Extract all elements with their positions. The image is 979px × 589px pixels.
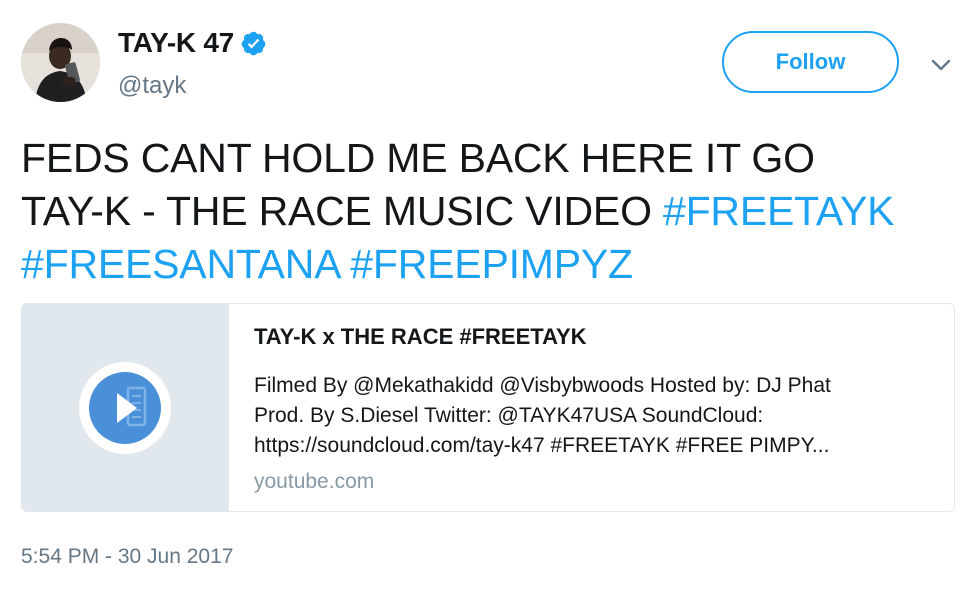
avatar-photo	[21, 23, 100, 102]
more-options-button[interactable]	[926, 50, 956, 80]
card-domain: youtube.com	[254, 470, 375, 493]
card-description-line: Prod. By S.Diesel Twitter: @TAYK47USA So…	[254, 404, 764, 427]
avatar[interactable]	[21, 23, 100, 102]
hashtag-link[interactable]: #FREETAYK	[663, 188, 895, 234]
card-description-line: Filmed By @Mekathakidd @Visbybwoods Host…	[254, 374, 831, 397]
tweet-text: FEDS CANT HOLD ME BACK HERE IT GO TAY-K …	[21, 132, 951, 291]
hashtag-link[interactable]: #FREESANTANA	[21, 241, 339, 287]
tweet-text-segment: FEDS CANT HOLD ME BACK HERE IT GO	[21, 135, 815, 181]
link-preview-card[interactable]: TAY-K x THE RACE #FREETAYK Filmed By @Me…	[21, 303, 955, 512]
tweet-text-line: TAY-K - THE RACE MUSIC VIDEO #FREETAYK	[21, 185, 951, 238]
play-icon	[79, 361, 171, 454]
author-display-name[interactable]: TAY-K 47	[118, 27, 234, 59]
card-description: Filmed By @Mekathakidd @Visbybwoods Host…	[254, 371, 934, 461]
tweet-text-line: #FREESANTANA #FREEPIMPYZ	[21, 238, 951, 291]
chevron-down-icon	[931, 59, 951, 71]
follow-button[interactable]: Follow	[722, 31, 899, 93]
tweet-text-line: FEDS CANT HOLD ME BACK HERE IT GO	[21, 132, 951, 185]
author-display-name-row[interactable]: TAY-K 47	[118, 25, 267, 61]
card-media[interactable]	[22, 304, 229, 511]
hashtag-link[interactable]: #FREEPIMPYZ	[350, 241, 633, 287]
author-handle[interactable]: @tayk	[118, 72, 186, 100]
card-title[interactable]: TAY-K x THE RACE #FREETAYK	[254, 320, 934, 354]
card-body[interactable]: TAY-K x THE RACE #FREETAYK Filmed By @Me…	[229, 304, 954, 511]
card-description-line: https://soundcloud.com/tay-k47 #FREETAYK…	[254, 434, 830, 457]
tweet-text-segment: TAY-K - THE RACE MUSIC VIDEO	[21, 188, 652, 234]
tweet-timestamp[interactable]: 5:54 PM - 30 Jun 2017	[21, 545, 233, 569]
verified-badge-icon	[241, 31, 266, 55]
